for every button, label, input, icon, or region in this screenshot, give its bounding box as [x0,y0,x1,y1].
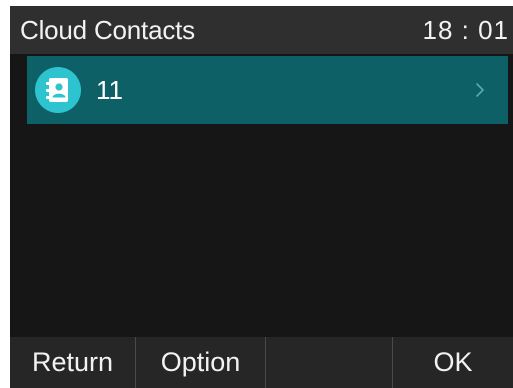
return-softkey[interactable]: Return [10,337,135,388]
ok-softkey[interactable]: OK [392,337,513,388]
status-bar: Cloud Contacts 18 : 01 [10,6,513,54]
contacts-list: 11 [27,56,508,124]
option-softkey[interactable]: Option [135,337,265,388]
page-title: Cloud Contacts [20,15,195,45]
softkey-bar: Return Option OK [10,337,513,388]
clock: 18 : 01 [422,15,509,45]
list-item-label: 11 [96,75,123,105]
empty-softkey[interactable] [265,337,392,388]
list-item[interactable]: 11 [27,56,508,124]
phone-screen: Cloud Contacts 18 : 01 11 Return Option … [10,6,513,388]
chevron-right-icon [468,77,492,103]
contacts-book-icon [35,67,81,113]
